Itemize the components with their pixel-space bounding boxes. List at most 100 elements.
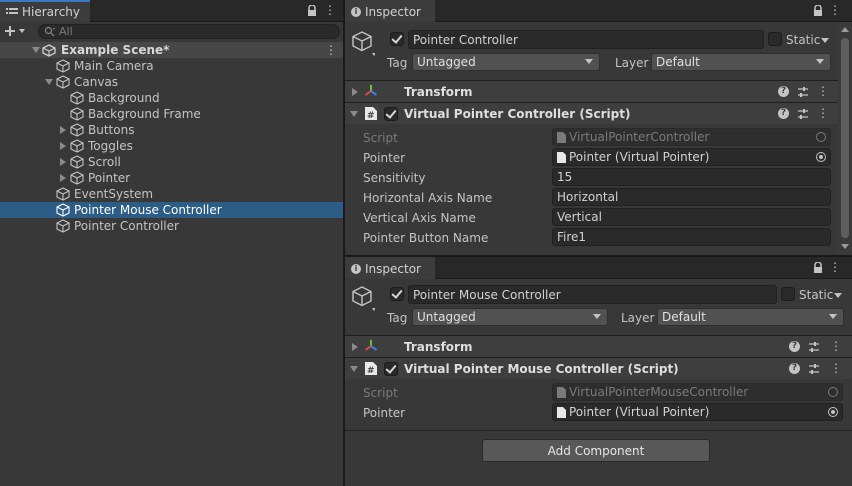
pointer-object-field[interactable]: Pointer (Virtual Pointer): [552, 148, 831, 166]
hierarchy-item-background[interactable]: Background: [0, 90, 343, 106]
expand-arrow[interactable]: [352, 343, 358, 351]
collapse-arrow[interactable]: [350, 366, 358, 372]
component-menu-icon[interactable]: ⋮: [830, 340, 842, 352]
gameobject-icon: [56, 203, 70, 217]
tab-hierarchy[interactable]: Hierarchy: [0, 0, 90, 22]
inspector1-menu-icon[interactable]: ⋮: [829, 4, 841, 16]
object-name-field[interactable]: Pointer Controller: [408, 30, 764, 49]
inspector1-scrollbar[interactable]: [838, 22, 852, 255]
script-component-title: Virtual Pointer Mouse Controller (Script…: [404, 362, 679, 376]
static-checkbox[interactable]: [768, 32, 782, 46]
info-icon: i: [351, 7, 361, 17]
help-icon[interactable]: ?: [778, 86, 789, 97]
static-label: Static: [786, 33, 821, 47]
hierarchy-item-pointer-mouse-controller[interactable]: Pointer Mouse Controller: [0, 202, 343, 218]
scene-name: Example Scene*: [61, 43, 170, 57]
layer-dropdown[interactable]: Default: [657, 308, 844, 326]
inspector2-menu-icon[interactable]: ⋮: [829, 261, 841, 273]
hierarchy-item-buttons[interactable]: Buttons: [0, 122, 343, 138]
scene-expand-arrow[interactable]: [32, 47, 40, 53]
hierarchy-item-main-camera[interactable]: Main Camera: [0, 58, 343, 74]
hierarchy-item-pointer-controller[interactable]: Pointer Controller: [0, 218, 343, 234]
tag-dropdown[interactable]: Untagged: [412, 53, 600, 71]
gameobject-icon: [56, 75, 70, 89]
scene-row[interactable]: Example Scene* ⋮: [0, 42, 343, 58]
object-name-value: Pointer Controller: [413, 32, 518, 47]
expand-arrow[interactable]: [45, 79, 53, 85]
object-picker-icon[interactable]: [828, 407, 838, 417]
sensitivity-input[interactable]: 15: [552, 168, 831, 186]
hierarchy-item-toggles[interactable]: Toggles: [0, 138, 343, 154]
expand-arrow[interactable]: [352, 88, 358, 96]
preset-icon[interactable]: [797, 108, 809, 120]
scrollbar-thumb[interactable]: [841, 38, 849, 238]
scroll-up-arrow[interactable]: [841, 27, 849, 32]
preset-icon[interactable]: [797, 86, 809, 98]
svg-text:#: #: [367, 366, 375, 376]
script-file-icon: [557, 386, 566, 398]
gameobject-icon: [56, 59, 70, 73]
object-picker-icon[interactable]: [816, 152, 826, 162]
layer-label: Layer: [615, 56, 649, 70]
add-component-button[interactable]: Add Component: [482, 439, 710, 462]
transform-header[interactable]: Transform ? ⋮: [345, 335, 852, 357]
script-field-label: Script: [363, 131, 398, 145]
hierarchy-menu-icon[interactable]: ⋮: [324, 4, 336, 16]
static-dropdown-arrow[interactable]: [821, 38, 829, 43]
tab-inspector-2[interactable]: i Inspector: [345, 257, 435, 279]
static-checkbox[interactable]: [781, 287, 795, 301]
active-checkbox[interactable]: [390, 287, 404, 301]
pointer-button-input[interactable]: Fire1: [552, 228, 831, 246]
hierarchy-item-eventsystem[interactable]: EventSystem: [0, 186, 343, 202]
collapse-arrow[interactable]: [350, 111, 358, 117]
active-checkbox[interactable]: [390, 32, 404, 46]
lock-icon[interactable]: [813, 262, 823, 274]
expand-arrow[interactable]: [60, 158, 66, 166]
transform-header[interactable]: Transform ? ⋮: [345, 80, 852, 102]
scene-menu-icon[interactable]: ⋮: [325, 44, 337, 56]
script-component-header[interactable]: # Virtual Pointer Controller (Script) ? …: [345, 102, 852, 124]
component-enabled-checkbox[interactable]: [384, 107, 398, 121]
help-icon[interactable]: ?: [789, 341, 800, 352]
tab-inspector-1[interactable]: i Inspector: [345, 0, 435, 22]
static-dropdown-arrow[interactable]: [834, 293, 842, 298]
component-enabled-checkbox[interactable]: [384, 362, 398, 376]
script-field-label: Script: [363, 386, 398, 400]
pointer-object-field[interactable]: Pointer (Virtual Pointer): [552, 403, 843, 421]
hierarchy-item-canvas[interactable]: Canvas: [0, 74, 343, 90]
component-menu-icon[interactable]: ⋮: [817, 85, 829, 97]
component-separator: [345, 430, 852, 431]
tag-label: Tag: [387, 311, 408, 325]
search-icon: [44, 26, 55, 37]
expand-arrow[interactable]: [60, 174, 66, 182]
layer-dropdown[interactable]: Default: [651, 53, 831, 71]
hierarchy-item-pointer[interactable]: Pointer: [0, 170, 343, 186]
object-name-field[interactable]: Pointer Mouse Controller: [408, 285, 777, 304]
script-component-header[interactable]: # Virtual Pointer Mouse Controller (Scri…: [345, 357, 852, 379]
create-add-button[interactable]: [2, 23, 30, 39]
lock-icon[interactable]: [307, 5, 317, 17]
hierarchy-item-scroll[interactable]: Scroll: [0, 154, 343, 170]
horizontal-axis-input[interactable]: Horizontal: [552, 188, 831, 206]
help-icon[interactable]: ?: [789, 363, 800, 374]
preset-icon[interactable]: [808, 341, 820, 353]
tag-value: Untagged: [417, 310, 476, 324]
expand-arrow[interactable]: [60, 142, 66, 150]
expand-arrow[interactable]: [60, 126, 66, 134]
component-menu-icon[interactable]: ⋮: [817, 107, 829, 119]
hierarchy-item-background-frame[interactable]: Background Frame: [0, 106, 343, 122]
hierarchy-item-label: Canvas: [74, 75, 119, 89]
horizontal-axis-label: Horizontal Axis Name: [363, 191, 493, 205]
inspector1-tabbar: i Inspector ⋮: [345, 0, 852, 22]
help-icon[interactable]: ?: [778, 108, 789, 119]
scroll-down-arrow[interactable]: [841, 244, 849, 249]
component-menu-icon[interactable]: ⋮: [830, 362, 842, 374]
plus-icon: [5, 26, 25, 36]
chevron-down-icon: [593, 314, 601, 319]
lock-icon[interactable]: [813, 5, 823, 17]
hierarchy-search-input[interactable]: All: [38, 24, 340, 39]
object-picker-icon: [828, 387, 838, 397]
vertical-axis-input[interactable]: Vertical: [552, 208, 831, 226]
tag-dropdown[interactable]: Untagged: [412, 308, 608, 326]
preset-icon[interactable]: [808, 363, 820, 375]
